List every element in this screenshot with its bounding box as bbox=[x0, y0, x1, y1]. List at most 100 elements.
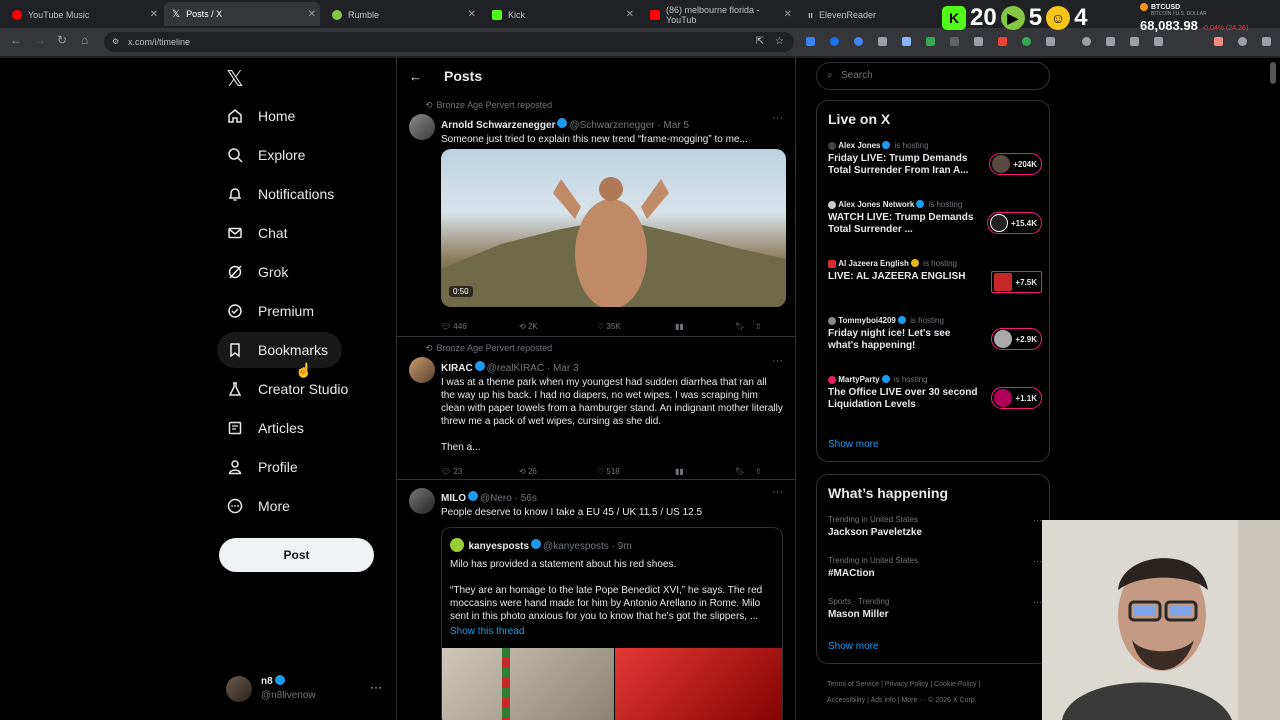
live-badge[interactable]: +7.5K bbox=[991, 271, 1042, 293]
trend-item[interactable]: Sports · Trending Mason Miller ··· bbox=[828, 597, 1042, 620]
url-bar[interactable]: ⚙ x.com/i/timeline ⇱ ☆ bbox=[104, 32, 794, 52]
close-icon[interactable]: ✕ bbox=[626, 9, 634, 20]
star-icon[interactable]: ☆ bbox=[775, 32, 784, 52]
views-icon[interactable]: ▮▮ bbox=[675, 467, 735, 476]
trend-item[interactable]: Trending in United States Jackson Pavele… bbox=[828, 515, 1042, 538]
account-switcher[interactable]: n8 @n8livenow ··· bbox=[226, 674, 386, 708]
extension-icon[interactable] bbox=[1214, 37, 1223, 46]
extension-icon[interactable] bbox=[1106, 37, 1115, 46]
tab-elevenreader[interactable]: ıı ElevenReader bbox=[800, 4, 940, 25]
reload-icon[interactable]: ↻ bbox=[57, 33, 67, 47]
extension-icon[interactable] bbox=[854, 37, 863, 46]
nav-bookmarks[interactable]: Bookmarks bbox=[217, 332, 343, 368]
back-arrow-icon[interactable]: ← bbox=[409, 69, 422, 84]
live-item[interactable]: Alex Jones Network is hosting WATCH LIVE… bbox=[828, 199, 1042, 236]
close-icon[interactable]: ✕ bbox=[308, 9, 316, 20]
nav-explore[interactable]: Explore bbox=[226, 137, 305, 173]
post[interactable]: ⟲ Bronze Age Pervert reposted ··· Arnold … bbox=[397, 94, 795, 337]
nav-grok[interactable]: Grok bbox=[226, 254, 288, 290]
home-browser-icon[interactable]: ⌂ bbox=[81, 33, 88, 47]
tab-kick[interactable]: Kick ✕ bbox=[484, 4, 638, 25]
tab-youtube-music[interactable]: YouTube Music ✕ bbox=[4, 4, 162, 25]
nav-creator-studio[interactable]: Creator Studio bbox=[226, 371, 348, 407]
extension-icon[interactable] bbox=[974, 37, 983, 46]
author-name[interactable]: MILO bbox=[441, 493, 466, 504]
share-icon[interactable]: ⇧ bbox=[755, 322, 765, 331]
extension-icon[interactable] bbox=[1022, 37, 1031, 46]
show-more-link[interactable]: Show more bbox=[828, 641, 879, 652]
like-button[interactable]: ♡ 518 bbox=[597, 467, 675, 476]
back-icon[interactable]: ← bbox=[10, 33, 22, 47]
share-icon[interactable]: ⇧ bbox=[755, 467, 765, 476]
close-icon[interactable]: ✕ bbox=[468, 9, 476, 20]
puzzle-icon[interactable] bbox=[1046, 37, 1055, 46]
nav-notifications[interactable]: Notifications bbox=[226, 176, 334, 212]
devtools-icon[interactable] bbox=[1130, 37, 1139, 46]
tab-youtube[interactable]: (86) melbourne florida - YouTub ✕ bbox=[642, 4, 796, 25]
trend-item[interactable]: Trending in United States #MACtion ··· bbox=[828, 556, 1042, 579]
live-item[interactable]: MartyParty is hosting The Office LIVE ov… bbox=[828, 374, 1042, 411]
avatar[interactable] bbox=[409, 357, 435, 383]
more-icon[interactable]: ··· bbox=[1033, 515, 1042, 525]
scrollbar[interactable] bbox=[1270, 62, 1276, 84]
history-icon[interactable] bbox=[1082, 37, 1091, 46]
quote-image[interactable] bbox=[615, 648, 782, 720]
nav-articles[interactable]: Articles bbox=[226, 410, 304, 446]
repost-button[interactable]: ⟲ 26 bbox=[519, 467, 597, 476]
more-icon[interactable]: ··· bbox=[1033, 597, 1042, 607]
cast-icon[interactable] bbox=[1154, 37, 1163, 46]
author-name[interactable]: Arnold Schwarzenegger bbox=[441, 120, 555, 131]
author-name[interactable]: KIRAC bbox=[441, 363, 473, 374]
show-more-link[interactable]: Show more bbox=[828, 439, 879, 450]
nav-home[interactable]: Home bbox=[226, 98, 295, 134]
quote-post[interactable]: kanyesposts @kanyesposts · 9m Milo has pr… bbox=[441, 527, 783, 720]
views-icon[interactable]: ▮▮ bbox=[675, 322, 735, 331]
live-badge[interactable]: +2.9K bbox=[991, 328, 1042, 350]
repost-button[interactable]: ⟲ 2K bbox=[519, 322, 597, 331]
menu-icon[interactable] bbox=[1262, 37, 1271, 46]
x-logo-icon[interactable]: 𝕏 bbox=[226, 66, 244, 92]
author-handle[interactable]: @Schwarzenegger · Mar 5 bbox=[569, 120, 689, 131]
like-button[interactable]: ♡ 35K bbox=[597, 322, 675, 331]
quote-image[interactable] bbox=[442, 648, 614, 720]
search-input[interactable]: ⌕ Search bbox=[816, 62, 1050, 90]
reply-button[interactable]: 💬︎ 23 bbox=[441, 467, 519, 476]
install-icon[interactable]: ⇱ bbox=[756, 32, 764, 52]
footer-line[interactable]: Accessibility | Ads info | More ··· © 20… bbox=[827, 693, 1057, 709]
post[interactable]: ··· MILO @Nero · 56s People deserve to kn… bbox=[397, 480, 795, 720]
extension-icon[interactable] bbox=[998, 37, 1007, 46]
more-icon[interactable]: ··· bbox=[370, 680, 382, 694]
avatar[interactable] bbox=[409, 114, 435, 140]
extension-icon[interactable] bbox=[878, 37, 887, 46]
live-item[interactable]: Alex Jones is hosting Friday LIVE: Trump… bbox=[828, 140, 1042, 177]
show-thread-link[interactable]: Show this thread bbox=[450, 626, 774, 637]
more-icon[interactable]: ··· bbox=[772, 486, 783, 498]
tab-posts-x[interactable]: 𝕏 Posts / X ✕ bbox=[164, 2, 320, 26]
live-badge[interactable]: +204K bbox=[989, 153, 1042, 175]
nav-profile[interactable]: Profile bbox=[226, 449, 298, 485]
live-badge[interactable]: +15.4K bbox=[986, 212, 1042, 234]
bookmark-icon[interactable]: 🔖︎ bbox=[735, 322, 755, 331]
more-icon[interactable]: ··· bbox=[1033, 556, 1042, 566]
post-button[interactable]: Post bbox=[219, 538, 374, 572]
tab-rumble[interactable]: Rumble ✕ bbox=[324, 4, 480, 25]
extension-icon[interactable] bbox=[830, 37, 839, 46]
nav-more[interactable]: More bbox=[226, 488, 290, 524]
author-handle[interactable]: @realKIRAC · Mar 3 bbox=[487, 363, 579, 374]
reply-button[interactable]: 💬︎ 446 bbox=[441, 322, 519, 331]
extension-icon[interactable] bbox=[902, 37, 911, 46]
forward-icon[interactable]: → bbox=[34, 33, 46, 47]
footer-line[interactable]: Terms of Service | Privacy Policy | Cook… bbox=[827, 677, 1057, 693]
avatar[interactable] bbox=[409, 488, 435, 514]
nav-chat[interactable]: Chat bbox=[226, 215, 288, 251]
extension-icon[interactable] bbox=[950, 37, 959, 46]
live-badge[interactable]: +1.1K bbox=[991, 387, 1042, 409]
video-player[interactable]: 0:50 bbox=[441, 149, 786, 307]
live-item[interactable]: Al Jazeera English is hosting LIVE: AL J… bbox=[828, 258, 1042, 293]
live-item[interactable]: Tommyboi4209 is hosting Friday night ice… bbox=[828, 315, 1042, 352]
close-icon[interactable]: ✕ bbox=[784, 9, 792, 20]
author-handle[interactable]: @Nero · 56s bbox=[480, 493, 537, 504]
extension-icon[interactable] bbox=[926, 37, 935, 46]
bookmark-icon[interactable]: 🔖︎ bbox=[735, 467, 755, 476]
close-icon[interactable]: ✕ bbox=[150, 9, 158, 20]
